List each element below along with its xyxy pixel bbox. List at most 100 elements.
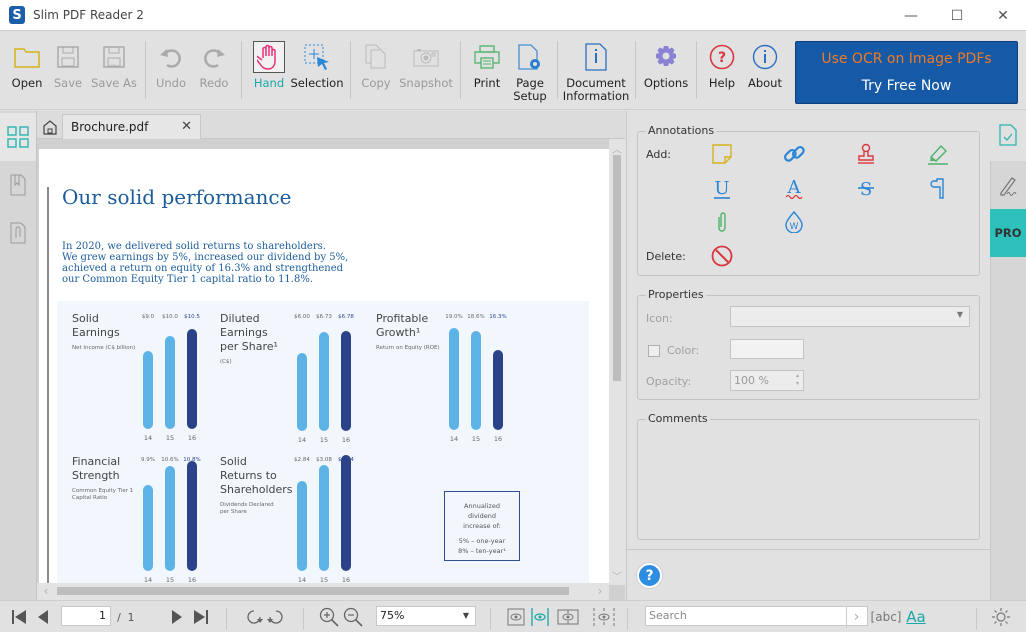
snapshot-button[interactable]: Snapshot [398, 37, 454, 103]
status-divider [303, 608, 304, 630]
open-button[interactable]: Open [4, 37, 50, 103]
ocr-promo-headline: Use OCR on Image PDFs [821, 51, 992, 67]
redo-button[interactable]: Redo [193, 37, 235, 103]
annotations-tab[interactable] [990, 111, 1026, 159]
redo-label: Redo [199, 76, 229, 90]
selection-tool-button[interactable]: Selection [291, 37, 344, 103]
help-circle-icon[interactable]: ? [637, 563, 662, 588]
color-field[interactable] [730, 339, 804, 359]
chart-bar [449, 328, 459, 430]
zoom-out-button[interactable] [342, 606, 364, 628]
match-case-toggle[interactable]: Aa [904, 606, 928, 628]
opacity-spinner[interactable]: 100 % ▴ ▾ [730, 370, 804, 391]
bar-year-label: 15 [165, 434, 175, 442]
attachments-tab[interactable] [0, 209, 36, 257]
first-page-button[interactable] [10, 606, 28, 628]
previous-page-button[interactable] [34, 606, 52, 628]
metric-title: Solid Returns to Shareholders [220, 455, 293, 496]
thumbnails-tab[interactable] [0, 113, 36, 161]
info-circle-icon [752, 37, 778, 77]
search-input[interactable]: Search [645, 606, 868, 626]
page-total: 1 [127, 610, 135, 624]
single-page-view-button[interactable] [506, 606, 526, 628]
options-button[interactable]: Options [643, 37, 689, 103]
metric-title: Financial Strength [72, 455, 121, 482]
copy-button[interactable]: Copy [356, 37, 396, 103]
scroll-up-icon[interactable]: ︿ [609, 141, 625, 156]
squiggly-tool[interactable]: A [782, 176, 806, 200]
search-go-icon[interactable]: › [846, 606, 866, 628]
save-button[interactable]: Save [48, 37, 88, 103]
scroll-left-icon[interactable]: ‹ [39, 583, 53, 600]
delete-annotation-tool[interactable] [710, 244, 734, 268]
highlight-tool[interactable] [926, 142, 950, 166]
hand-tool-button[interactable]: Hand [248, 37, 290, 103]
rotate-counterclockwise-button[interactable] [266, 606, 286, 628]
bar-year-label: 14 [143, 434, 153, 442]
last-page-icon [194, 610, 208, 624]
attachment-tool[interactable] [710, 210, 734, 234]
previous-page-icon [38, 610, 48, 624]
close-tab-icon[interactable]: ✕ [181, 119, 192, 134]
callout-tool[interactable] [926, 176, 950, 200]
facing-continuous-view-button[interactable] [592, 606, 616, 628]
page-setup-button[interactable]: Page Setup [509, 37, 551, 103]
bookmarks-tab[interactable] [0, 161, 36, 209]
scroll-down-icon[interactable]: ﹀ [609, 568, 625, 583]
tab-label: Brochure.pdf [71, 120, 149, 134]
document-information-button[interactable]: Document Information [563, 37, 629, 103]
help-button[interactable]: ? Help [702, 37, 742, 103]
page-number-input[interactable]: 1 [61, 606, 111, 626]
vertical-scrollbar[interactable]: ︿ ﹀ [609, 139, 625, 585]
signature-tab[interactable] [990, 161, 1026, 209]
about-button[interactable]: About [744, 37, 786, 103]
next-page-button[interactable] [168, 606, 186, 628]
horizontal-scroll-thumb[interactable] [57, 587, 569, 595]
icon-select[interactable]: ▼ [730, 306, 970, 327]
icon-label: Icon: [646, 312, 673, 325]
floppy-icon [57, 37, 79, 77]
zoom-level-select[interactable]: 75% ▼ [376, 606, 476, 626]
close-window-button[interactable]: ✕ [980, 0, 1026, 31]
page-intro: In 2020, we delivered solid returns to s… [62, 241, 349, 285]
link-tool[interactable] [782, 142, 806, 166]
metric-subtitle: Common Equity Tier 1 Capital Ratio [72, 488, 134, 501]
maximize-button[interactable]: ☐ [934, 0, 980, 31]
rotate-clockwise-button[interactable] [244, 606, 264, 628]
continuous-view-button[interactable] [530, 606, 550, 628]
status-divider [490, 608, 491, 630]
metric-title: Solid Earnings [72, 312, 120, 339]
sticky-note-tool[interactable] [710, 142, 734, 166]
spinner-arrows-icon[interactable]: ▴ ▾ [796, 372, 799, 388]
svg-text:...: ... [110, 60, 116, 67]
print-button[interactable]: Print [467, 37, 507, 103]
pro-tab[interactable]: PRO [990, 209, 1026, 257]
strikeout-tool[interactable]: S [854, 176, 878, 200]
minimize-button[interactable]: — [888, 0, 934, 31]
stamp-tool[interactable] [854, 142, 878, 166]
metric-block: Solid Earnings Net Income (C$ billion) [72, 312, 135, 352]
last-page-button[interactable] [192, 606, 210, 628]
color-checkbox[interactable] [648, 345, 660, 357]
save-as-button[interactable]: ... Save As [88, 37, 140, 103]
pdf-page[interactable]: Our solid performance In 2020, we delive… [39, 149, 609, 583]
ocr-promo-button[interactable]: Use OCR on Image PDFs Try Free Now [795, 41, 1018, 104]
bar-year-label: 15 [319, 436, 329, 444]
tab-brochure-pdf[interactable]: Brochure.pdf ✕ [62, 114, 201, 139]
home-tab[interactable] [39, 114, 61, 139]
chart-bar [143, 351, 153, 429]
watermark-tool[interactable]: W [782, 210, 806, 234]
whole-word-toggle[interactable]: [abc] [871, 606, 902, 628]
zoom-in-button[interactable] [318, 606, 340, 628]
undo-button[interactable]: Undo [150, 37, 192, 103]
link-icon [783, 145, 805, 162]
comments-title: Comments [646, 412, 710, 425]
underline-tool[interactable]: U [710, 176, 734, 200]
chart-bar [297, 353, 307, 431]
scroll-right-icon[interactable]: › [593, 583, 607, 600]
horizontal-scrollbar[interactable]: ‹ › [37, 583, 609, 600]
vertical-scroll-thumb[interactable] [613, 155, 621, 381]
stamp-icon [858, 143, 874, 164]
facing-view-button[interactable] [556, 606, 580, 628]
brightness-button[interactable] [990, 606, 1012, 628]
